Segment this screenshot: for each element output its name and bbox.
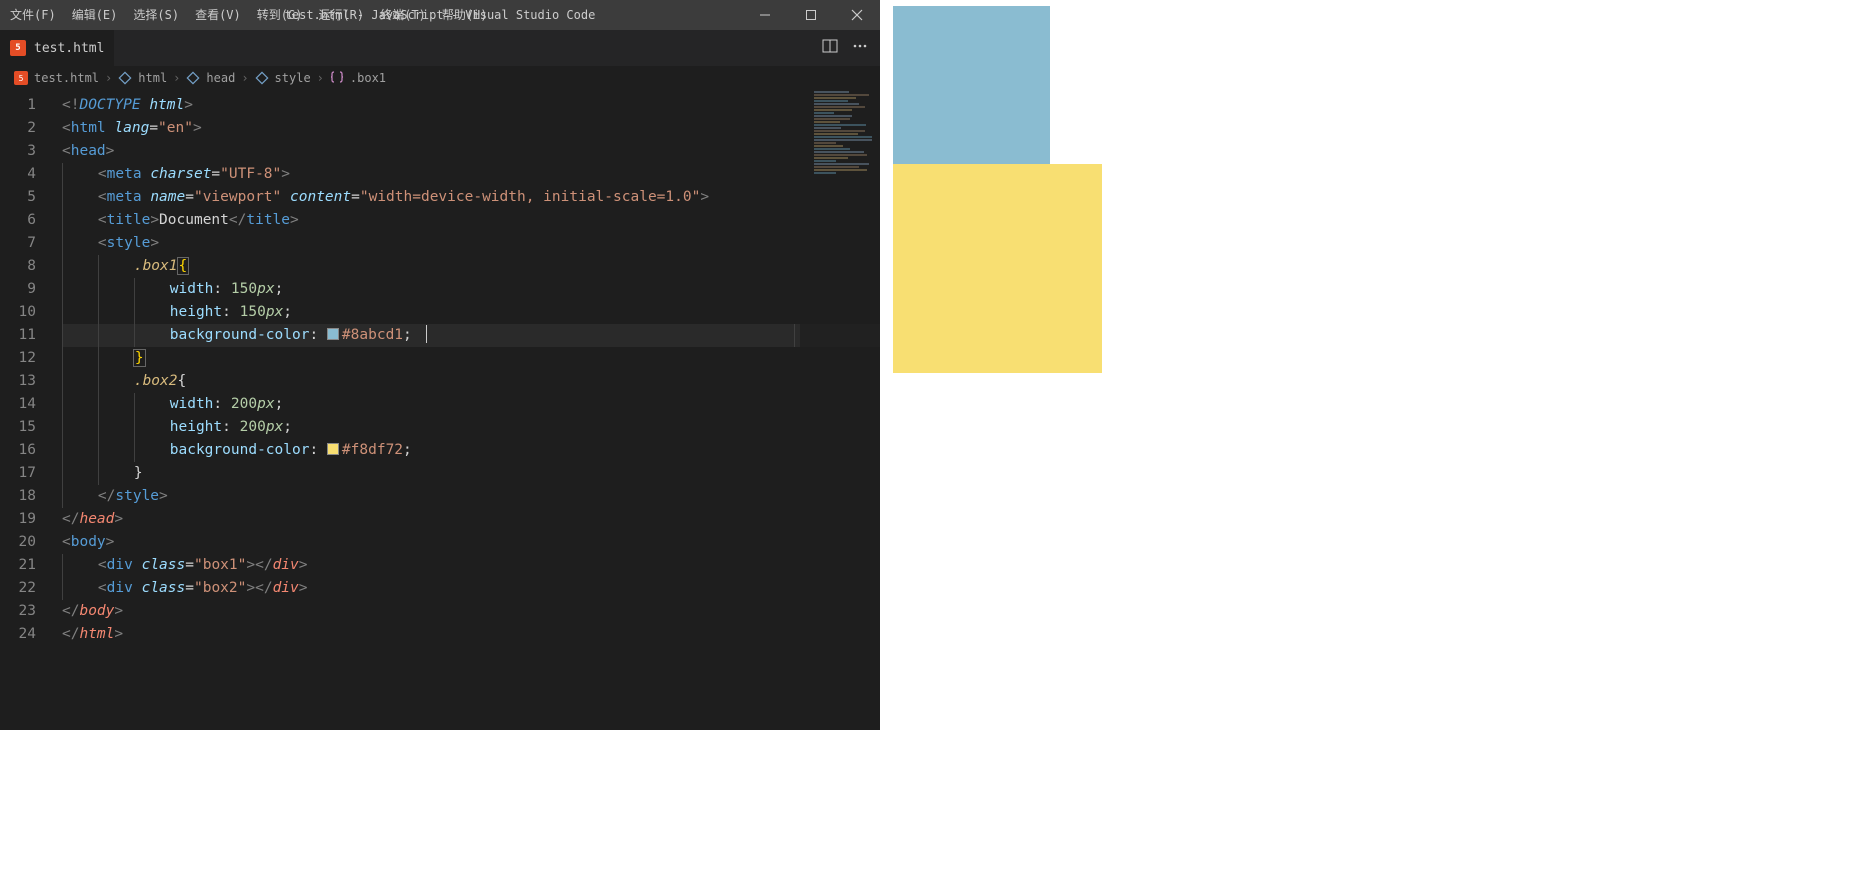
breadcrumbs[interactable]: 5 test.html › html › head › style › .box… — [0, 66, 880, 90]
tab-test-html[interactable]: 5 test.html — [0, 30, 115, 66]
html-file-icon: 5 — [10, 40, 26, 56]
code-line[interactable]: <!DOCTYPE html> — [62, 94, 880, 117]
code-line[interactable]: width: 150px; — [62, 278, 880, 301]
code-line[interactable]: .box1{ — [62, 255, 880, 278]
chevron-right-icon: › — [317, 71, 324, 85]
crumb-head[interactable]: head — [206, 71, 235, 85]
html-file-icon: 5 — [14, 71, 28, 85]
code-line[interactable]: width: 200px; — [62, 393, 880, 416]
preview-box2 — [893, 164, 1102, 373]
crumb-style[interactable]: style — [275, 71, 311, 85]
menu-item[interactable]: 转到(G) — [249, 0, 311, 30]
code-area[interactable]: <!DOCTYPE html><html lang="en"><head> <m… — [62, 90, 880, 730]
symbol-icon — [255, 71, 269, 85]
live-preview-pane — [880, 0, 1872, 872]
more-actions-icon[interactable] — [852, 38, 868, 58]
menu-item[interactable]: 查看(V) — [187, 0, 249, 30]
code-line[interactable]: </style> — [62, 485, 880, 508]
code-line[interactable]: </head> — [62, 508, 880, 531]
tab-label: test.html — [34, 41, 104, 56]
code-line[interactable]: </body> — [62, 600, 880, 623]
symbol-icon — [118, 71, 132, 85]
close-button[interactable] — [834, 0, 880, 30]
code-line[interactable]: <div class="box2"></div> — [62, 577, 880, 600]
symbol-icon — [186, 71, 200, 85]
code-line[interactable]: .box2{ — [62, 370, 880, 393]
code-line[interactable]: <div class="box1"></div> — [62, 554, 880, 577]
code-line[interactable]: </html> — [62, 623, 880, 646]
menu-item[interactable]: 终端(T) — [372, 0, 434, 30]
line-number-gutter: 123456789101112131415161718192021222324 — [0, 90, 62, 730]
menu-item[interactable]: 文件(F) — [2, 0, 64, 30]
menubar: 文件(F)编辑(E)选择(S)查看(V)转到(G)运行(R)终端(T)帮助(H) — [0, 0, 496, 30]
crumb-selector[interactable]: .box1 — [350, 71, 386, 85]
menu-item[interactable]: 编辑(E) — [64, 0, 126, 30]
tabbar: 5 test.html — [0, 30, 880, 66]
code-line[interactable]: background-color: #f8df72; — [62, 439, 880, 462]
chevron-right-icon: › — [105, 71, 112, 85]
split-editor-icon[interactable] — [822, 38, 838, 58]
menu-item[interactable]: 选择(S) — [125, 0, 187, 30]
chevron-right-icon: › — [241, 71, 248, 85]
menu-item[interactable]: 运行(R) — [310, 0, 372, 30]
code-line[interactable]: height: 200px; — [62, 416, 880, 439]
css-rule-icon — [330, 70, 344, 87]
vscode-window: 文件(F)编辑(E)选择(S)查看(V)转到(G)运行(R)终端(T)帮助(H)… — [0, 0, 880, 730]
crumb-html[interactable]: html — [138, 71, 167, 85]
code-line[interactable]: } — [62, 347, 880, 370]
minimize-button[interactable] — [742, 0, 788, 30]
code-line[interactable]: <head> — [62, 140, 880, 163]
code-editor[interactable]: 123456789101112131415161718192021222324 … — [0, 90, 880, 730]
crumb-file[interactable]: test.html — [34, 71, 99, 85]
code-line[interactable]: <body> — [62, 531, 880, 554]
preview-box1 — [893, 6, 1050, 164]
code-line[interactable]: <title>Document</title> — [62, 209, 880, 232]
menu-item[interactable]: 帮助(H) — [434, 0, 496, 30]
code-line[interactable]: <meta charset="UTF-8"> — [62, 163, 880, 186]
code-line[interactable]: height: 150px; — [62, 301, 880, 324]
code-line[interactable]: background-color: #8abcd1; — [62, 324, 880, 347]
maximize-button[interactable] — [788, 0, 834, 30]
titlebar: 文件(F)编辑(E)选择(S)查看(V)转到(G)运行(R)终端(T)帮助(H)… — [0, 0, 880, 30]
code-line[interactable]: } — [62, 462, 880, 485]
code-line[interactable]: <style> — [62, 232, 880, 255]
chevron-right-icon: › — [173, 71, 180, 85]
window-controls — [742, 0, 880, 30]
minimap[interactable] — [800, 90, 880, 730]
code-line[interactable]: <meta name="viewport" content="width=dev… — [62, 186, 880, 209]
code-line[interactable]: <html lang="en"> — [62, 117, 880, 140]
